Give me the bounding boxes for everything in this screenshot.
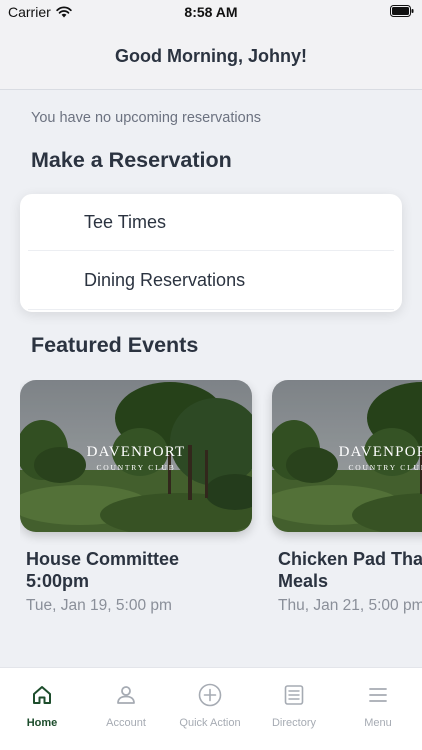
user-icon [117, 686, 135, 704]
tab-quick-action[interactable]: Quick Action [168, 682, 252, 729]
divider [28, 309, 394, 310]
tab-label: Home [26, 717, 58, 729]
featured-events-carousel[interactable]: DAVENPORT COUNTRY CLUB House Committee 5… [20, 380, 422, 620]
event-image: DAVENPORT COUNTRY CLUB [20, 380, 252, 532]
hamburger-icon [369, 688, 387, 702]
tab-label: Quick Action [179, 717, 241, 729]
dining-reservations-option[interactable]: Dining Reservations [20, 251, 402, 309]
event-title: House Committee 5:00pm [26, 549, 180, 591]
tab-menu[interactable]: Menu [336, 682, 420, 729]
featured-events-title: Featured Events [31, 333, 199, 357]
nav-header: Good Morning, Johny! [0, 24, 422, 90]
greeting-title: Good Morning, Johny! [115, 46, 307, 66]
tab-label: Menu [364, 717, 392, 729]
plus-circle-icon [198, 683, 222, 707]
tee-times-label: Tee Times [84, 211, 167, 232]
upcoming-reservations-notice: You have no upcoming reservations [31, 110, 262, 126]
home-icon [33, 686, 51, 704]
event-title: Chicken Pad Thai Meals [278, 549, 422, 591]
club-logo: DAVENPORT COUNTRY CLUB [86, 444, 186, 472]
tab-home[interactable]: Home [0, 682, 84, 729]
reservation-card: Tee Times Dining Reservations [20, 194, 402, 312]
clock: 8:58 AM [184, 4, 238, 20]
make-reservation-title: Make a Reservation [31, 148, 232, 172]
tab-bar: Home Account Quick Action Directory Menu [0, 667, 422, 750]
tab-label: Account [106, 717, 146, 729]
directory-icon [284, 685, 304, 705]
battery-icon [390, 5, 414, 17]
status-bar: Carrier 8:58 AM [0, 0, 422, 24]
dining-reservations-label: Dining Reservations [84, 269, 246, 290]
event-date: Tue, Jan 19, 5:00 pm [26, 597, 172, 614]
event-image: DAVENPORT COUNTRY CLUB [272, 380, 422, 532]
event-card[interactable]: DAVENPORT COUNTRY CLUB Chicken Pad Thai … [272, 380, 422, 615]
tab-directory[interactable]: Directory [252, 682, 336, 729]
club-logo: DAVENPORT COUNTRY CLUB [338, 444, 422, 472]
event-date: Thu, Jan 21, 5:00 pm [278, 597, 422, 614]
event-card[interactable]: DAVENPORT COUNTRY CLUB House Committee 5… [20, 380, 252, 615]
tee-times-option[interactable]: Tee Times [20, 194, 402, 250]
tab-account[interactable]: Account [84, 682, 168, 729]
tab-label: Directory [271, 717, 316, 729]
